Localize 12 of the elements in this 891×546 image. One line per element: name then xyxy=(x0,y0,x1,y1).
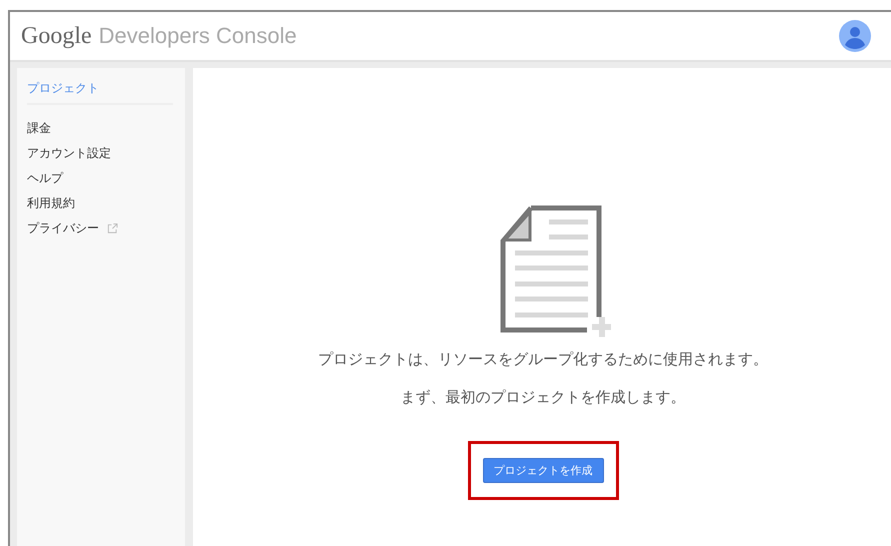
product-name: Developers Console xyxy=(98,22,297,48)
sidebar-item[interactable]: アカウント設定 xyxy=(17,141,111,166)
sidebar-item[interactable]: ヘルプ xyxy=(17,166,63,191)
sidebar-item[interactable]: 課金 xyxy=(17,116,51,141)
prompt-text: まず、最初のプロジェクトを作成します。 xyxy=(400,388,686,407)
create-project-button[interactable]: プロジェクトを作成 xyxy=(482,458,604,483)
logo[interactable]: Google xyxy=(21,22,92,50)
description-text: プロジェクトは、リソースをグループ化するために使用されます。 xyxy=(318,350,768,369)
avatar-icon[interactable] xyxy=(839,20,871,52)
new-document-icon xyxy=(499,204,611,340)
sidebar-item[interactable]: 利用規約 xyxy=(17,191,75,216)
sidebar-item[interactable]: プライバシー xyxy=(17,216,118,241)
